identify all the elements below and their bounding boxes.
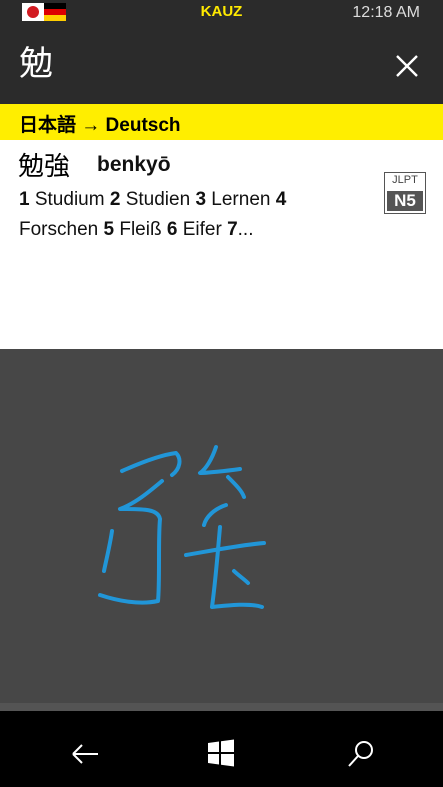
language-pair-label: 日本語 → Deutsch	[19, 115, 181, 136]
meaning-number: 5	[103, 219, 115, 240]
result-card[interactable]: 勉強 benkyō 1 Studium 2 Studien 3 Lernen 4…	[0, 140, 443, 349]
meaning-text: Studium	[34, 189, 105, 210]
stroke	[120, 451, 182, 477]
stroke	[202, 503, 228, 527]
jlpt-badge: JLPT N5	[384, 172, 426, 214]
meaning-text: Lernen	[211, 189, 271, 210]
meaning-number: 6	[166, 219, 178, 240]
meaning-number: 2	[109, 189, 121, 210]
meaning-text: Fleiß	[119, 219, 162, 240]
meaning-number: 7	[227, 219, 238, 240]
back-arrow-icon[interactable]	[70, 739, 100, 769]
result-word: 勉強	[18, 152, 71, 182]
status-bar: KAUZ 12:18 AM	[0, 0, 443, 28]
stroke	[198, 445, 242, 475]
meaning-text: Eifer	[182, 219, 222, 240]
stroke	[232, 569, 250, 585]
meaning-text: ...	[237, 219, 254, 240]
jlpt-level: N5	[387, 191, 423, 211]
handwritten-strokes	[98, 445, 266, 609]
system-navigation-bar	[0, 711, 443, 787]
stroke	[184, 541, 266, 557]
search-query[interactable]: 勉	[19, 42, 53, 86]
stroke	[210, 525, 264, 609]
jlpt-label: JLPT	[392, 174, 418, 186]
meaning-text: Forschen	[19, 219, 99, 240]
language-pair-bar[interactable]: 日本語 → Deutsch	[0, 104, 443, 140]
result-reading: benkyō	[97, 153, 171, 176]
handwriting-canvas[interactable]	[0, 349, 443, 703]
close-icon[interactable]	[395, 54, 419, 78]
result-meanings: 1 Studium 2 Studien 3 Lernen 4 Forschen …	[19, 185, 339, 245]
search-icon[interactable]	[346, 739, 376, 769]
meaning-text: Studien	[125, 189, 191, 210]
meaning-number: 1	[19, 189, 30, 210]
meaning-number: 4	[275, 189, 287, 210]
stroke	[102, 529, 114, 573]
windows-start-icon[interactable]	[207, 739, 237, 769]
search-header: 勉	[0, 28, 443, 104]
stroke	[226, 475, 246, 499]
app-bar-edge	[0, 703, 443, 711]
meaning-number: 3	[195, 189, 207, 210]
clock: 12:18 AM	[352, 4, 420, 21]
